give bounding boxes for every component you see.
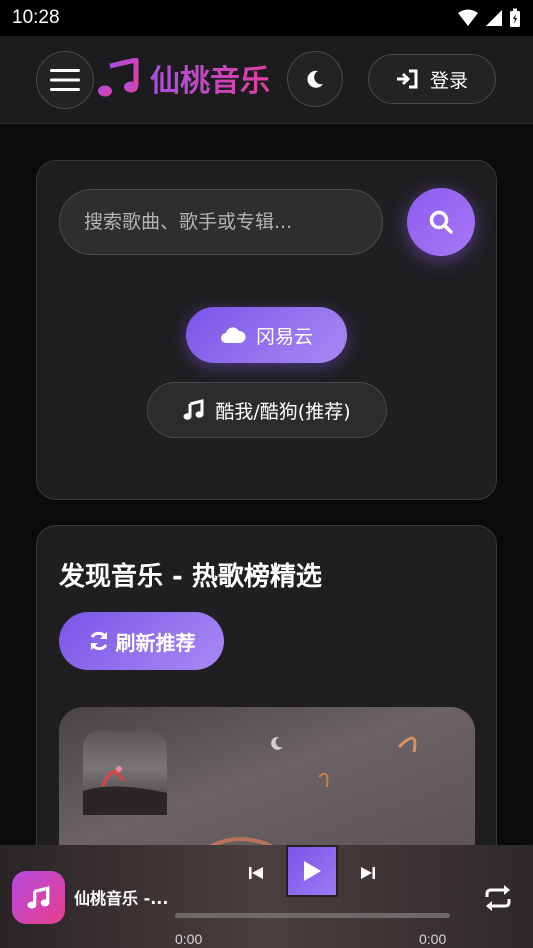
theme-toggle-button[interactable] <box>287 51 343 107</box>
current-time: 0:00 <box>175 931 203 947</box>
search-icon <box>429 210 453 234</box>
login-button[interactable]: 登录 <box>368 54 496 104</box>
hamburger-icon <box>50 69 80 91</box>
search-card: 冈易云 酷我/酷狗(推荐) <box>36 160 497 500</box>
sign-in-icon <box>396 69 418 89</box>
progress-bar[interactable] <box>175 913 450 918</box>
music-note-icon <box>98 58 139 97</box>
status-time: 10:28 <box>12 7 60 28</box>
play-button[interactable] <box>286 845 338 897</box>
app-header: 仙桃音乐 登录 <box>0 36 533 124</box>
duration: 0:00 <box>419 931 447 947</box>
player-title: 仙桃音乐 -... <box>74 889 169 908</box>
cloud-icon <box>220 327 246 343</box>
repeat-button[interactable] <box>483 883 513 913</box>
wifi-icon <box>458 9 478 26</box>
app-name: 仙桃音乐 <box>150 56 270 100</box>
player-artwork <box>12 871 65 924</box>
status-bar: 10:28 <box>0 0 533 36</box>
play-icon <box>304 861 321 881</box>
music-note-icon <box>27 885 49 909</box>
music-note-icon <box>183 399 204 420</box>
discover-card: 发现音乐 - 热歌榜精选 刷新推荐 <box>36 525 497 907</box>
login-label: 登录 <box>429 69 468 92</box>
refresh-label: 刷新推荐 <box>115 630 196 655</box>
menu-button[interactable] <box>36 51 94 109</box>
status-icons <box>457 8 521 28</box>
source-kuwo-button[interactable]: 酷我/酷狗(推荐) <box>147 382 387 438</box>
search-input[interactable] <box>59 189 383 255</box>
moon-icon <box>307 70 323 88</box>
next-button[interactable] <box>356 861 380 885</box>
search-button[interactable] <box>407 188 475 256</box>
app-logo: 仙桃音乐 <box>98 56 270 100</box>
source-label: 冈易云 <box>255 325 313 348</box>
skip-back-icon <box>249 867 263 879</box>
previous-button[interactable] <box>244 861 268 885</box>
signal-icon <box>486 10 502 26</box>
mini-player: 仙桃音乐 -... 0:00 0:00 <box>0 845 533 948</box>
section-title: 发现音乐 - 热歌榜精选 <box>59 562 322 592</box>
refresh-button[interactable]: 刷新推荐 <box>59 612 224 670</box>
refresh-icon <box>90 631 107 651</box>
repeat-icon <box>485 885 511 911</box>
source-label: 酷我/酷狗(推荐) <box>215 400 351 423</box>
source-netease-button[interactable]: 冈易云 <box>186 307 347 363</box>
skip-forward-icon <box>361 867 375 879</box>
battery-icon <box>510 8 520 27</box>
